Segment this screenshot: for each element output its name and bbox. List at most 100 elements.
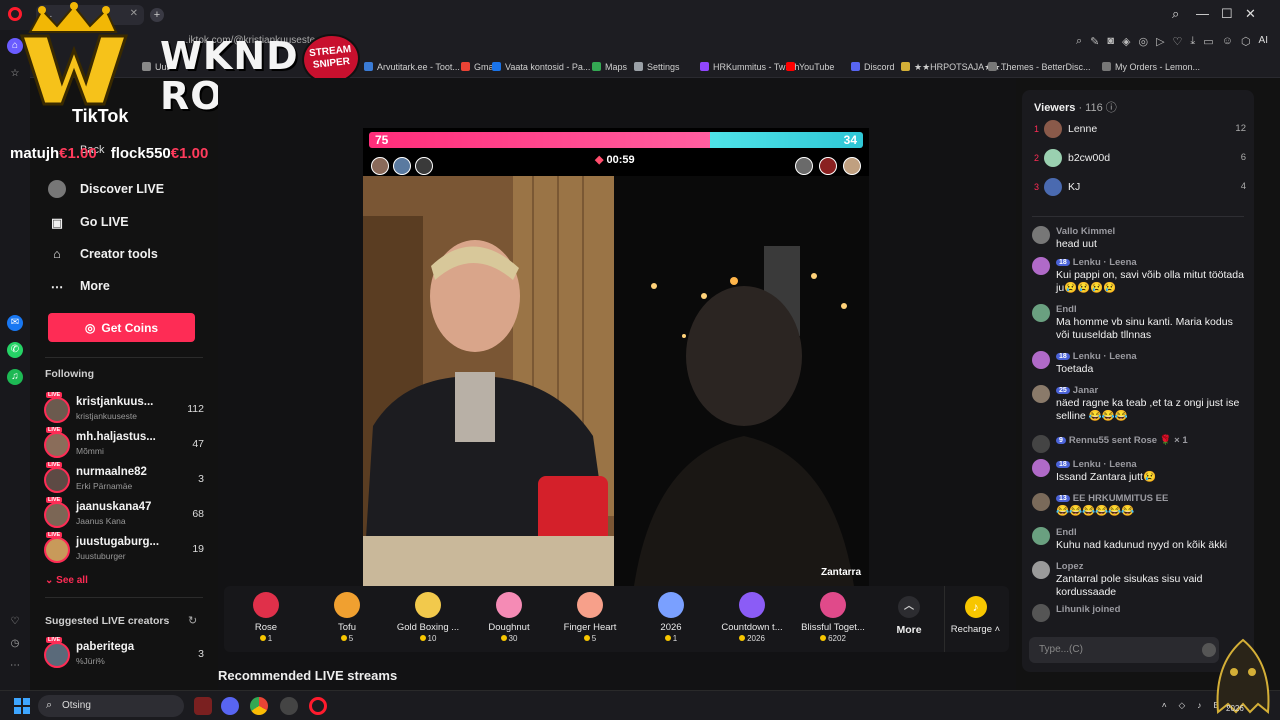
bookmark-item[interactable]: YouTube (786, 62, 834, 72)
gift-bar: ︿ More ♪ Recharge ˄ Rose 1 Tofu 5 Gold Boxin… (224, 586, 1009, 652)
whatsapp-icon[interactable]: ✆ (7, 342, 23, 358)
following-item[interactable]: LIVE jaanuskana47 Jaanus Kana 68 (44, 497, 204, 532)
chrome-icon[interactable] (250, 697, 268, 715)
gift-item[interactable]: Rose 1 (228, 592, 304, 643)
live-stream-player[interactable]: 75 34 ◆ 00:59 Zantarra (363, 128, 869, 586)
gift-item[interactable]: Countdown t... 2026 (714, 592, 790, 643)
gift-price-value: 1 (267, 634, 273, 643)
avatar (1032, 604, 1050, 622)
heart-icon[interactable]: ♡ (7, 614, 23, 630)
following-item[interactable]: LIVE mh.haljastus... Mõmmi 47 (44, 427, 204, 462)
chat-input[interactable]: Type...(C) (1029, 637, 1219, 663)
extensions-icon[interactable]: ⬡ (1241, 35, 1251, 48)
recharge-label: Recharge (950, 624, 992, 635)
following-item[interactable]: LIVE paberitega %Jüri% 3 (44, 637, 204, 672)
chevron-up-icon[interactable]: ˄ (1162, 700, 1167, 711)
viewer-count: 3 (198, 648, 204, 660)
nav-creator-tools[interactable]: ⌂ Creator tools (48, 245, 158, 263)
level-badge: 25 (1056, 387, 1070, 394)
creator-name: nurmaalne82 (76, 466, 147, 478)
see-all-link[interactable]: ⌄ See all (45, 575, 88, 586)
live-badge: LIVE (46, 532, 63, 538)
creator-nickname: Mõmmi (76, 446, 104, 456)
following-item[interactable]: LIVE juustugaburg... Juustuburger 19 (44, 532, 204, 567)
bookmark-item[interactable]: My Orders - Lemon... (1102, 62, 1200, 72)
bookmark-icon (1102, 62, 1111, 71)
bookmark-item[interactable]: Vaata kontosid - Pa... (492, 62, 590, 72)
supporter-avatar[interactable] (393, 157, 411, 175)
address-toolbar: ⌕ ✎ ◙ ◈ ◎ ▷ ♡ ⤓ ▭ ☺ ⬡ AI (1076, 35, 1268, 48)
supporter-avatar[interactable] (795, 157, 813, 175)
download-icon[interactable]: ⤓ (1190, 35, 1195, 48)
ai-button[interactable]: AI (1259, 35, 1268, 48)
tray-icon[interactable]: ▭ (1203, 35, 1213, 48)
gift-item[interactable]: 2026 1 (633, 592, 709, 643)
bookmark-item[interactable]: Themes - BetterDisc... (988, 62, 1091, 72)
avatar (1044, 120, 1062, 138)
opera-icon[interactable] (309, 697, 327, 715)
discord-icon[interactable] (221, 697, 239, 715)
supporter-avatar[interactable] (819, 157, 837, 175)
supporter-avatar[interactable] (371, 157, 389, 175)
spotify-icon[interactable]: ♫ (7, 369, 23, 385)
messenger-icon[interactable]: ✉ (7, 315, 23, 331)
recharge-button[interactable]: ♪ Recharge ˄ (944, 586, 1006, 652)
profile-icon[interactable]: ☺ (1222, 35, 1233, 48)
coin-icon (820, 635, 827, 641)
camera-icon[interactable]: ◙ (1107, 35, 1114, 48)
heart-icon[interactable]: ♡ (1173, 35, 1183, 48)
more-icon[interactable]: ⋯ (7, 658, 23, 674)
viewer-count: 3 (198, 473, 204, 485)
refresh-icon[interactable]: ↻ (188, 614, 197, 627)
avatar (1032, 385, 1050, 403)
more-icon: ⋯ (50, 279, 64, 294)
avatar (44, 502, 70, 528)
search-icon[interactable]: ⌕ (1172, 6, 1179, 22)
play-icon[interactable]: ▷ (1156, 35, 1164, 48)
taskbar-app-icon[interactable] (194, 697, 212, 715)
nav-discover-live[interactable]: Discover LIVE (48, 180, 164, 198)
nav-more[interactable]: ⋯ More (48, 277, 110, 295)
score-right: 34 (843, 133, 857, 147)
bookmark-item[interactable]: Maps (592, 62, 627, 72)
nav-go-live[interactable]: ▣ Go LIVE (48, 213, 129, 231)
following-item[interactable]: LIVE kristjankuus... kristjankuuseste 112 (44, 392, 204, 427)
taskbar-search[interactable]: ⌕ Otsing (38, 695, 184, 717)
viewers-header[interactable]: Viewers · 116 ⓘ (1034, 99, 1117, 115)
network-icon[interactable]: ◇ (1179, 700, 1186, 711)
vpn-icon[interactable]: ◎ (1138, 35, 1148, 48)
supporter-avatar[interactable] (843, 157, 861, 175)
coin-icon: ◎ (84, 320, 96, 335)
gift-item[interactable]: Gold Boxing ... 10 (390, 592, 466, 643)
viewer-rank: 1 (1034, 124, 1040, 134)
bookmark-item[interactable]: Discord (851, 62, 895, 72)
gift-item[interactable]: Blissful Toget... 6202 (795, 592, 871, 643)
history-icon[interactable]: ◷ (7, 636, 23, 652)
maximize-button[interactable]: ☐ (1221, 6, 1233, 22)
top-viewer-row[interactable]: 3 KJ 4 (1034, 178, 1246, 200)
gift-item[interactable]: Tofu 5 (309, 592, 385, 643)
guest-name[interactable]: Zantarra (821, 567, 861, 578)
mic-icon[interactable]: ♪ (1197, 700, 1201, 711)
taskbar-app-icon[interactable] (280, 697, 298, 715)
close-window-button[interactable]: ✕ (1245, 6, 1256, 22)
bookmark-item[interactable]: HRKummitus - Twitch (700, 62, 799, 72)
avatar (1044, 178, 1062, 196)
level-badge: 13 (1056, 495, 1070, 502)
tiktok-logo[interactable]: TikTok (72, 106, 128, 127)
edit-icon[interactable]: ✎ (1090, 35, 1099, 48)
lens-icon[interactable]: ⌕ (1076, 35, 1082, 48)
get-coins-button[interactable]: ◎ Get Coins (48, 313, 195, 342)
windows-start-icon[interactable] (14, 698, 30, 714)
gift-item[interactable]: Doughnut 30 (471, 592, 547, 643)
bookmark-item[interactable]: Settings (634, 62, 680, 72)
top-viewer-row[interactable]: 2 b2cw00d 6 (1034, 149, 1246, 171)
shield-icon[interactable]: ◈ (1122, 35, 1130, 48)
supporter-avatar[interactable] (415, 157, 433, 175)
top-viewer-row[interactable]: 1 Lenne 12 (1034, 120, 1246, 142)
gift-item[interactable]: Finger Heart 5 (552, 592, 628, 643)
minimize-button[interactable]: — (1196, 6, 1209, 21)
following-item[interactable]: LIVE nurmaalne82 Erki Pärnamäe 3 (44, 462, 204, 497)
more-gifts-button[interactable]: ︿ More (886, 596, 932, 636)
info-icon[interactable]: ⓘ (1106, 102, 1117, 114)
